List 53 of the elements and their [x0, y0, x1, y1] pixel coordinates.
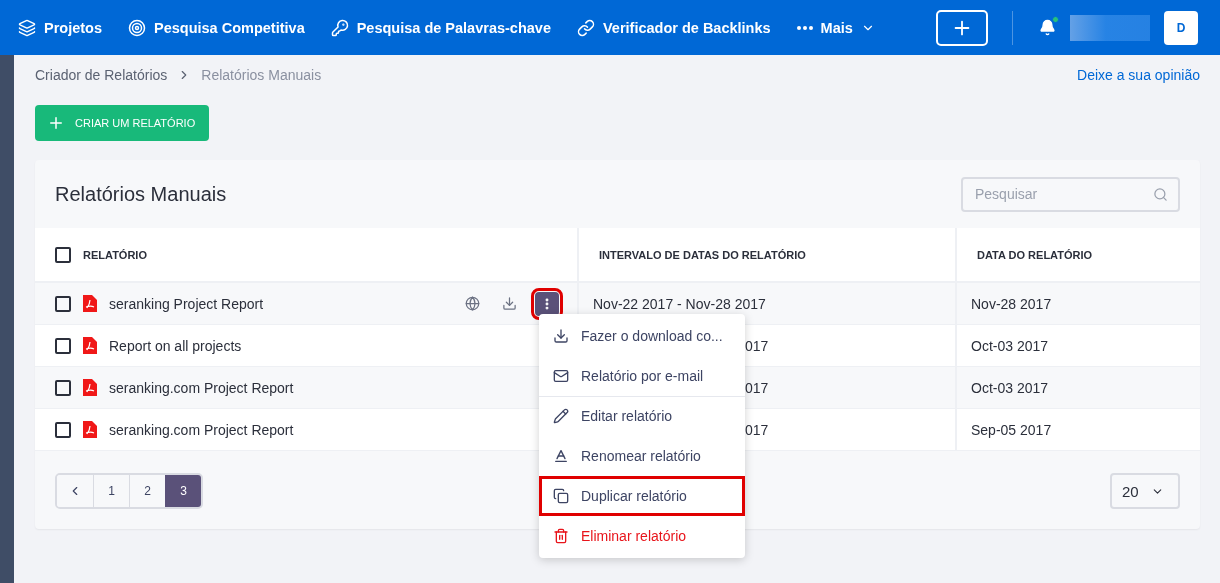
- key-icon: [330, 18, 349, 37]
- page-button[interactable]: 3: [165, 475, 201, 507]
- per-page-select[interactable]: 20: [1110, 473, 1180, 509]
- nav-item[interactable]: Pesquisa de Palavras-chave: [330, 18, 551, 37]
- nav-item[interactable]: Projetos: [18, 18, 102, 37]
- layers-icon: [18, 18, 36, 37]
- table-cell: Sep-05 2017: [955, 409, 1200, 451]
- pdf-file-icon: [83, 337, 97, 354]
- table-cell: Nov-28 2017: [955, 283, 1200, 325]
- table-cell: Oct-03 2017: [955, 367, 1200, 409]
- pdf-file-icon: [83, 295, 97, 312]
- dots-icon: [796, 25, 813, 30]
- row-checkbox[interactable]: [55, 379, 71, 396]
- copy-icon: [553, 487, 569, 504]
- nav-item[interactable]: Pesquisa Competitiva: [128, 18, 305, 37]
- report-name[interactable]: seranking.com Project Report: [109, 421, 294, 438]
- column-title: RELATÓRIO: [83, 248, 147, 261]
- download-icon[interactable]: [502, 296, 517, 311]
- trash-icon: [553, 527, 569, 544]
- feedback-link[interactable]: Deixe a sua opinião: [1077, 67, 1200, 83]
- card-title: Relatórios Manuais: [55, 182, 227, 206]
- notifications-button[interactable]: [1039, 19, 1056, 36]
- search-field[interactable]: Pesquisar: [961, 176, 1180, 212]
- pencil-icon: [553, 408, 569, 424]
- column-title: DATA DO RELATÓRIO: [977, 248, 1093, 261]
- row-checkbox[interactable]: [55, 295, 71, 312]
- search-icon: [1153, 186, 1168, 202]
- breadcrumb-item[interactable]: Criador de Relatórios: [35, 67, 168, 83]
- avatar-button[interactable]: D: [1164, 10, 1198, 45]
- menu-item[interactable]: Eliminar relatório: [539, 515, 745, 556]
- menu-item[interactable]: Duplicar relatório: [539, 475, 745, 516]
- pdf-file-icon: [83, 421, 97, 438]
- nav-item[interactable]: Mais: [796, 19, 875, 36]
- row-checkbox[interactable]: [55, 421, 71, 438]
- bell-icon: [1039, 19, 1056, 36]
- row-checkbox[interactable]: [55, 337, 71, 354]
- pdf-file-icon: [83, 379, 97, 396]
- table-cell: Oct-03 2017: [955, 325, 1200, 367]
- nav-item[interactable]: Verificador de Backlinks: [576, 18, 771, 37]
- envelope-icon: [553, 367, 569, 384]
- download-icon: [553, 327, 569, 344]
- report-name[interactable]: Report on all projects: [109, 337, 242, 354]
- column-title: INTERVALO DE DATAS DO RELATÓRIO: [599, 248, 806, 261]
- plus-icon: [47, 114, 65, 132]
- link-icon: [576, 18, 595, 37]
- text-underline-icon: [553, 447, 569, 464]
- target-icon: [128, 18, 146, 37]
- report-name[interactable]: seranking.com Project Report: [109, 379, 294, 396]
- add-button[interactable]: [936, 9, 988, 46]
- select-all-checkbox[interactable]: [55, 246, 71, 263]
- report-name[interactable]: seranking Project Report: [109, 295, 264, 312]
- breadcrumb-item: Relatórios Manuais: [201, 67, 322, 83]
- globe-icon[interactable]: [465, 296, 480, 311]
